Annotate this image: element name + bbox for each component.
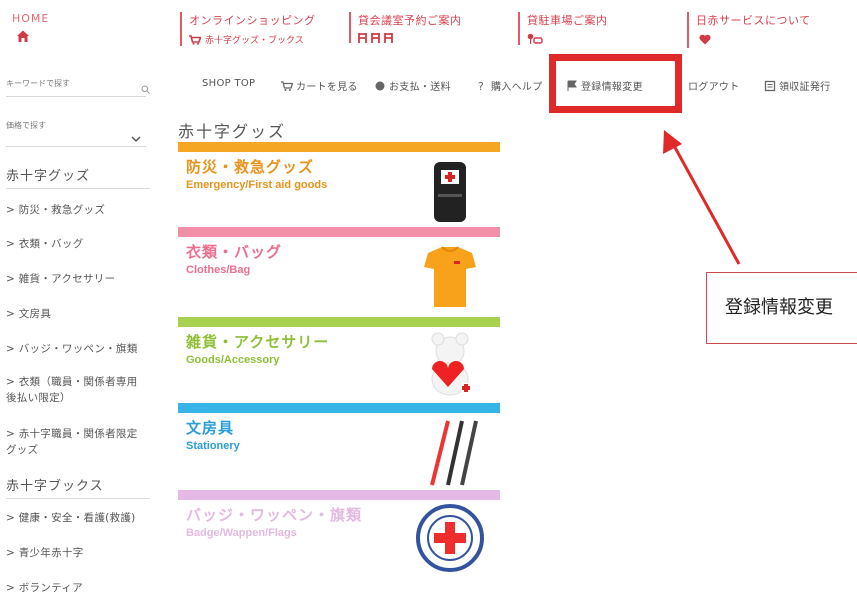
nav-meeting-room-label: 貸会議室予約ご案内: [358, 14, 462, 27]
shop-toolbar: SHOP TOP カートを見る お支払・送料 ? 購入ヘルプ 登録情報変更 ログ…: [180, 74, 857, 98]
page-title: 赤十字グッズ: [178, 122, 287, 141]
nav-service-label: 日赤サービスについて: [696, 14, 811, 27]
wallet-icon: [375, 81, 385, 90]
help-label: 購入ヘルプ: [491, 82, 543, 93]
category-title: バッジ・ワッペン・旗類: [186, 506, 363, 524]
category-banner[interactable]: 衣類・バッグ Clothes/Bag: [178, 227, 500, 311]
keyword-search-input[interactable]: [6, 96, 146, 97]
question-icon: ?: [478, 80, 484, 92]
teddy-bear-image: [431, 332, 471, 396]
nav-meeting-room[interactable]: 貸会議室予約ご案内: [349, 12, 462, 43]
chairs-icon: [358, 33, 462, 43]
svg-text:?: ?: [478, 80, 484, 92]
sidebar-item-youth[interactable]: > 青少年赤十字: [6, 545, 156, 561]
category-bar: [178, 317, 500, 327]
price-search-select[interactable]: [6, 146, 146, 147]
category-banner[interactable]: バッジ・ワッペン・旗類 Badge/Wappen/Flags: [178, 490, 500, 574]
tshirt-image: [424, 246, 476, 307]
red-cross-emblem-image: [416, 504, 484, 572]
category-subtitle: Stationery: [186, 440, 240, 452]
sidebar-item-emergency[interactable]: > 防災・救急グッズ: [6, 202, 156, 218]
payment-label: お支払・送料: [389, 82, 451, 93]
category-bar: [178, 490, 500, 500]
logout-link[interactable]: ログアウト: [688, 78, 740, 93]
category-title: 防災・救急グッズ: [186, 158, 315, 176]
section-books[interactable]: 赤十字ブックス: [6, 475, 104, 494]
receipt-icon: [764, 80, 776, 91]
keyword-search-label: キーワードで探す: [6, 79, 70, 88]
category-banner[interactable]: 文房具 Stationery: [178, 403, 500, 487]
home-icon: [17, 30, 29, 42]
sidebar-item-goods[interactable]: > 雑貨・アクセサリー: [6, 271, 156, 287]
nav-home[interactable]: HOME: [12, 12, 49, 46]
chevron-down-icon[interactable]: [131, 136, 141, 142]
heart-icon: [699, 34, 711, 45]
receipt-link[interactable]: 領収証発行: [764, 78, 831, 93]
backpack-image: [434, 162, 466, 222]
category-subtitle: Goods/Accessory: [186, 354, 280, 366]
category-subtitle: Badge/Wappen/Flags: [186, 527, 297, 539]
shop-top-link[interactable]: SHOP TOP: [202, 78, 255, 89]
category-title: 文房具: [186, 419, 235, 437]
category-subtitle: Emergency/First aid goods: [186, 179, 328, 191]
nav-online-shopping-label: オンラインショッピング: [189, 14, 316, 27]
category-bar: [178, 227, 500, 237]
view-cart-link[interactable]: カートを見る: [281, 78, 358, 93]
pens-image: [430, 420, 478, 486]
cart-icon: [189, 34, 201, 45]
help-link[interactable]: ? 購入ヘルプ: [476, 78, 543, 94]
category-bar: [178, 403, 500, 413]
view-cart-label: カートを見る: [296, 82, 358, 93]
category-subtitle: Clothes/Bag: [186, 264, 251, 276]
sidebar-item-clothes[interactable]: > 衣類・バッグ: [6, 236, 156, 252]
sidebar-item-staff-clothes[interactable]: > 衣類（職員・関係者専用 後払い限定）: [6, 374, 146, 406]
sidebar-item-health[interactable]: > 健康・安全・看護(救護): [6, 510, 156, 526]
sidebar: キーワードで探す 価格で探す 赤十字グッズ > 防災・救急グッズ > 衣類・バッ…: [0, 60, 160, 596]
sidebar-item-badges[interactable]: > バッジ・ワッペン・旗類: [6, 341, 156, 357]
category-banner[interactable]: 防災・救急グッズ Emergency/First aid goods: [178, 142, 500, 226]
sidebar-item-stationery[interactable]: > 文房具: [6, 306, 156, 322]
nav-service[interactable]: 日赤サービスについて: [687, 12, 811, 48]
annotation-note: 登録情報変更: [706, 272, 857, 344]
section-goods-divider: [6, 188, 150, 189]
highlight-box: [549, 54, 682, 113]
nav-parking[interactable]: 貸駐車場ご案内: [518, 12, 608, 45]
parking-icon: [527, 33, 543, 44]
nav-home-label: HOME: [12, 12, 50, 25]
category-title: 衣類・バッグ: [186, 243, 283, 261]
shop-top-label: SHOP TOP: [202, 78, 256, 89]
pointer-arrow: [663, 130, 741, 265]
payment-link[interactable]: お支払・送料: [374, 78, 451, 93]
sidebar-item-staff-goods[interactable]: > 赤十字職員・関係者限定 グッズ: [6, 426, 146, 458]
category-bar: [178, 142, 500, 152]
cart-icon: [281, 80, 293, 91]
section-books-divider: [6, 498, 150, 499]
section-goods[interactable]: 赤十字グッズ: [6, 165, 90, 184]
category-title: 雑貨・アクセサリー: [186, 333, 330, 351]
price-search-label: 価格で探す: [6, 121, 46, 130]
category-banner[interactable]: 雑貨・アクセサリー Goods/Accessory: [178, 317, 500, 401]
top-navigation: HOME オンラインショッピング 赤十字グッズ・ブックス 貸会議室予約ご案内 貸…: [0, 0, 857, 60]
logout-label: ログアウト: [688, 82, 740, 93]
nav-online-shopping-sub: 赤十字グッズ・ブックス: [205, 36, 304, 46]
sidebar-item-volunteer[interactable]: > ボランティア: [6, 580, 156, 596]
nav-online-shopping[interactable]: オンラインショッピング 赤十字グッズ・ブックス: [180, 12, 316, 46]
receipt-label: 領収証発行: [779, 82, 831, 93]
search-icon[interactable]: [141, 85, 150, 94]
nav-parking-label: 貸駐車場ご案内: [527, 14, 608, 27]
